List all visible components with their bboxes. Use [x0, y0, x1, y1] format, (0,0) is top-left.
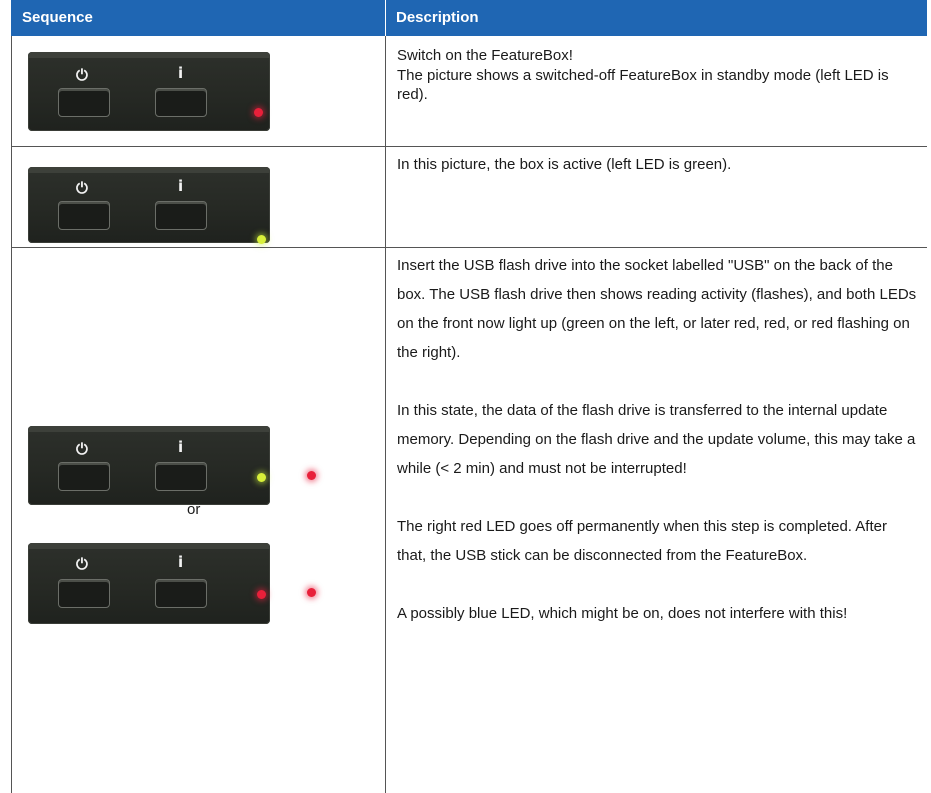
table-header: Sequence Description — [11, 0, 927, 36]
power-icon: ⏻ — [76, 67, 88, 84]
row-3-description: Insert the USB flash drive into the sock… — [397, 251, 917, 628]
or-label: or — [187, 501, 201, 518]
info-button — [155, 201, 207, 230]
header-sequence: Sequence — [22, 9, 93, 26]
row-3-para-3: The right red LED goes off permanently w… — [397, 518, 887, 564]
header-description: Description — [396, 9, 479, 26]
info-icon: ⅰ — [178, 439, 184, 456]
power-button — [58, 579, 110, 608]
power-icon: ⏻ — [76, 441, 88, 458]
power-icon: ⏻ — [76, 556, 88, 573]
row-3-para-1: Insert the USB flash drive into the sock… — [397, 257, 917, 361]
row-2-line-1: In this picture, the box is active (left… — [397, 156, 732, 173]
row-1-line-2: The picture shows a switched-off Feature… — [397, 66, 889, 104]
power-button — [58, 88, 110, 117]
info-icon: ⅰ — [178, 554, 184, 571]
right-led-red — [307, 471, 316, 480]
left-led-green — [257, 235, 266, 244]
featurebox-standby-photo: ⏻ ⅰ — [28, 52, 270, 131]
row-3-para-4: A possibly blue LED, which might be on, … — [397, 605, 848, 622]
left-led-red — [257, 590, 266, 599]
left-led-green — [257, 473, 266, 482]
featurebox-both-leds-photo-a: ⏻ ⅰ — [28, 426, 316, 505]
row-1-description: Switch on the FeatureBox! The picture sh… — [397, 46, 917, 105]
featurebox-active-photo: ⏻ ⅰ — [28, 167, 270, 244]
info-button — [155, 88, 207, 117]
table-row-3: ⏻ ⅰ or ⏻ ⅰ Insert the USB flash drive in… — [11, 248, 927, 793]
info-icon: ⅰ — [178, 178, 184, 195]
instruction-table: Sequence Description ⏻ ⅰ Switch on the F… — [11, 0, 927, 793]
header-divider — [385, 0, 386, 36]
row-3-para-2: In this state, the data of the flash dri… — [397, 402, 916, 477]
right-led-red — [307, 588, 316, 597]
table-row-1: ⏻ ⅰ Switch on the FeatureBox! The pictur… — [11, 36, 927, 147]
power-button — [58, 201, 110, 230]
row-2-description: In this picture, the box is active (left… — [397, 155, 917, 175]
info-button — [155, 462, 207, 491]
power-button — [58, 462, 110, 491]
featurebox-both-leds-photo-b: ⏻ ⅰ — [28, 543, 316, 624]
info-button — [155, 579, 207, 608]
left-led-red — [254, 108, 263, 117]
info-icon: ⅰ — [178, 65, 184, 82]
table-row-2: ⏻ ⅰ In this picture, the box is active (… — [11, 147, 927, 248]
power-icon: ⏻ — [76, 180, 88, 197]
row-1-line-1: Switch on the FeatureBox! — [397, 47, 573, 64]
